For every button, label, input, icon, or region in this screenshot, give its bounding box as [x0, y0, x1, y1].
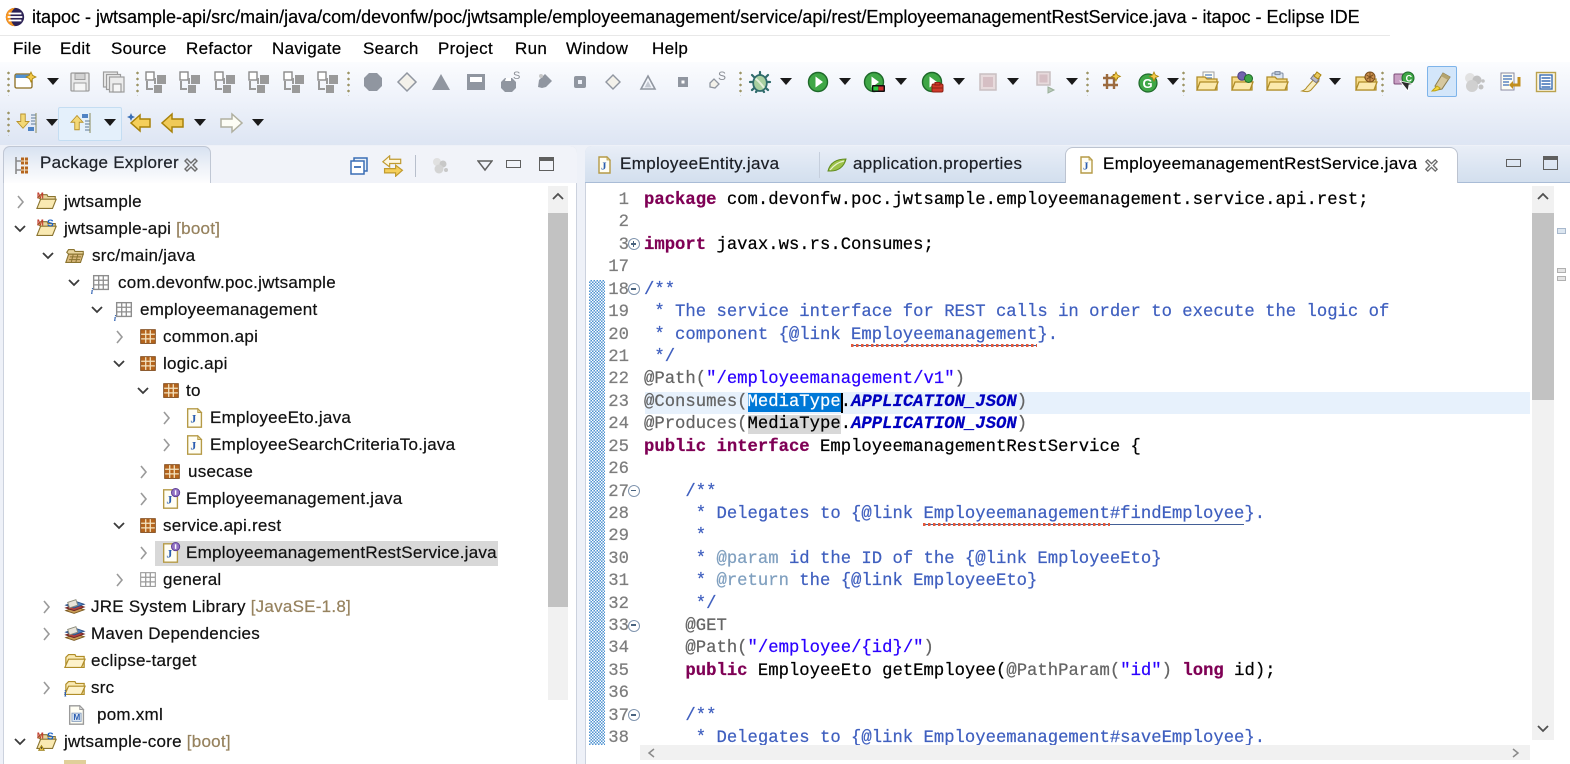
- svg-text:M: M: [73, 713, 80, 722]
- svg-text:M: M: [37, 731, 44, 740]
- svg-text:G: G: [1143, 76, 1153, 91]
- svg-text:J: J: [601, 161, 607, 173]
- svg-text:S: S: [47, 218, 54, 229]
- svg-text:J: J: [1083, 161, 1089, 173]
- svg-text:J: J: [190, 439, 196, 453]
- svg-text:C: C: [1406, 74, 1413, 84]
- svg-text:J: J: [190, 412, 196, 426]
- svg-text:M: M: [37, 191, 44, 200]
- svg-text:S: S: [513, 70, 520, 82]
- svg-text:S: S: [718, 70, 726, 83]
- svg-text:S: S: [47, 731, 54, 742]
- svg-text:M: M: [37, 218, 44, 227]
